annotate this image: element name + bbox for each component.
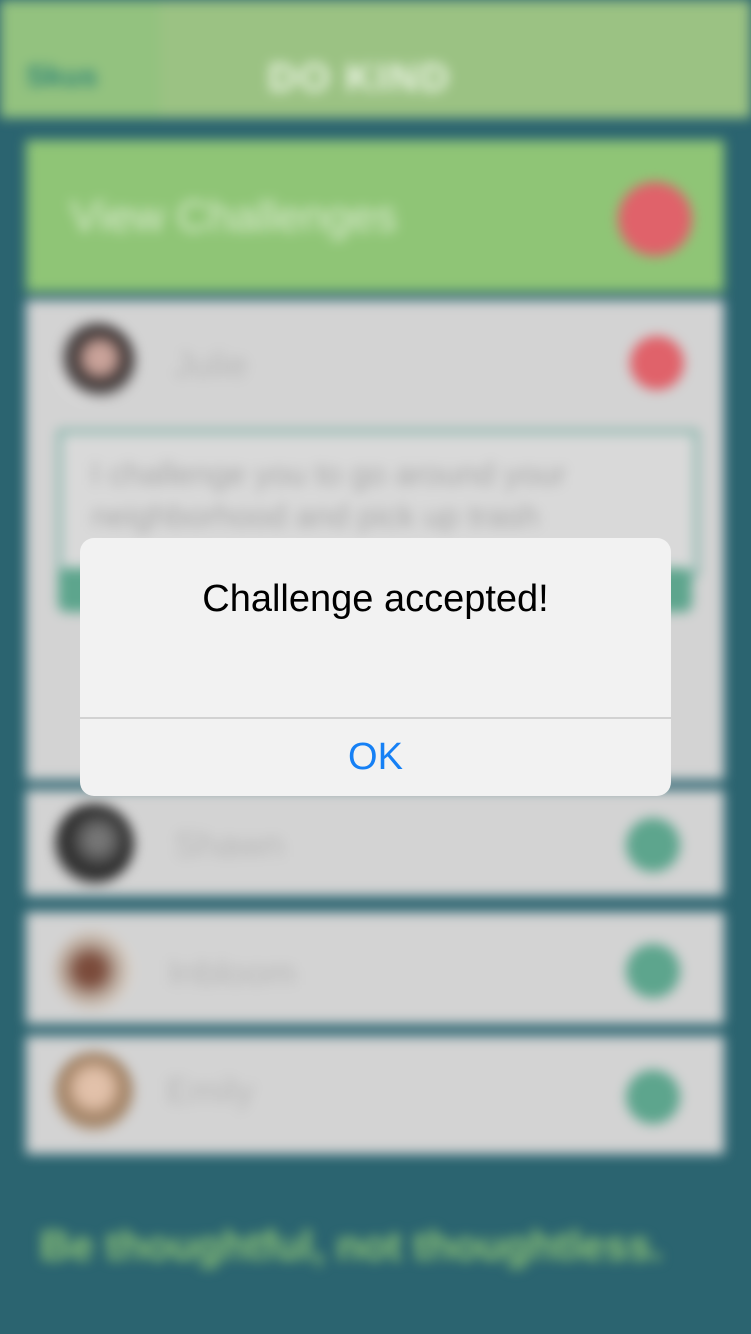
back-button[interactable]: Skus [26,60,98,94]
navbar: Skus DO KIND [0,0,751,118]
user-name: Inbloom [168,952,297,993]
ok-button[interactable]: OK [80,719,671,796]
challenge-text: I challenge you to go around your neighb… [91,456,566,534]
challenges-header: View Challenges [26,140,724,292]
avatar-emily [54,1052,134,1132]
footer-tagline: Be thoughtful, not thoughtless. [40,1222,663,1269]
user-name: Emily [166,1070,254,1111]
status-dot-teal[interactable] [626,944,680,998]
alert-title: Challenge accepted! [202,578,549,620]
app-title: DO KIND [268,56,451,100]
list-item[interactable]: Inbloom [26,912,724,1024]
avatar-inbloom [54,930,134,1010]
header-status-dot[interactable] [618,182,692,256]
user-name: Shawn [174,824,285,865]
avatar-julie [56,322,136,402]
status-dot-teal[interactable] [626,818,680,872]
status-dot-teal[interactable] [626,1070,680,1124]
challenges-header-title: View Challenges [70,192,397,241]
list-item[interactable]: Emily [26,1036,724,1154]
alert-dialog: Challenge accepted! OK [80,538,671,796]
list-item[interactable]: Shawn [26,790,724,896]
avatar-shawn [54,804,134,884]
nav-back-area[interactable]: Skus [0,0,160,118]
status-dot-red[interactable] [630,336,684,390]
user-name: Julie [174,344,249,385]
